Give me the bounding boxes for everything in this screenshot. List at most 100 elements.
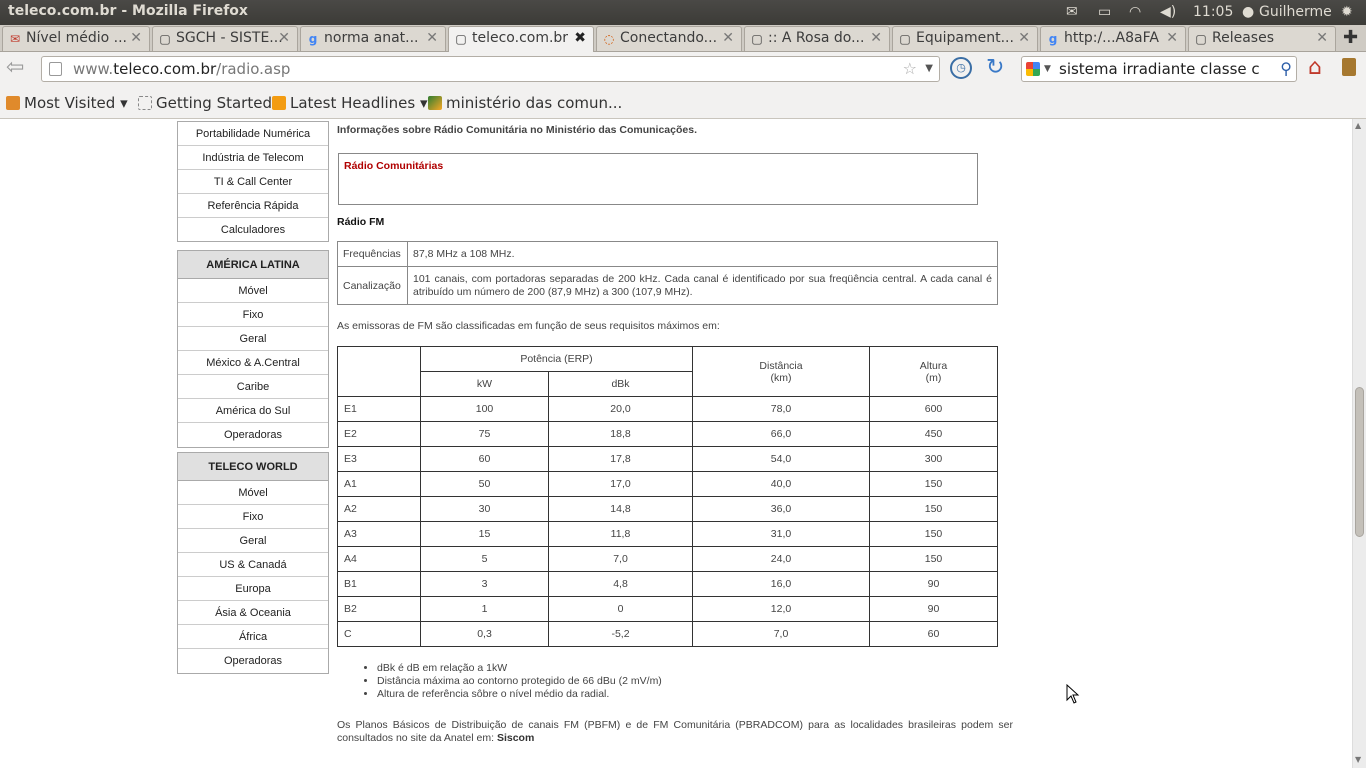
table-cell: 17,8 — [548, 446, 693, 472]
fm-classes-table: Potência (ERP) Distância (km) Altura (m) k… — [337, 346, 998, 647]
table-row: A4 5 7,0 24,0 150 — [337, 546, 998, 572]
notes-list: dBk é dB em relação a 1kW Distância máxi… — [362, 662, 662, 701]
table-header: kW — [420, 371, 549, 397]
table-cell: 100 — [420, 396, 549, 422]
tab-sgch[interactable]: ▢ SGCH - SISTE... ✕ — [152, 26, 298, 51]
bookmark-most-visited[interactable]: Most Visited ▾ — [6, 94, 128, 112]
sidebar-item-caribe[interactable]: Caribe — [178, 375, 328, 399]
mail-icon[interactable]: ✉ — [1066, 4, 1078, 20]
table-cell: 90 — [869, 596, 998, 622]
table-cell: Canalização — [337, 266, 408, 305]
volume-icon[interactable]: ◀) — [1160, 4, 1176, 20]
clock[interactable]: 11:05 — [1193, 4, 1233, 20]
user-name[interactable]: Guilherme — [1259, 4, 1332, 20]
table-cell: A3 — [337, 521, 421, 547]
close-icon[interactable]: ✕ — [130, 30, 142, 46]
chevron-down-icon[interactable]: ▼ — [925, 57, 933, 81]
close-icon[interactable]: ✕ — [870, 30, 882, 46]
sidebar-item-latam-geral[interactable]: Geral — [178, 327, 328, 351]
table-row: E3 60 17,8 54,0 300 — [337, 446, 998, 472]
intro-text[interactable]: Informações sobre Rádio Comunitária no M… — [337, 124, 697, 136]
tab-rosa[interactable]: ▢ :: A Rosa do... ✕ — [744, 26, 890, 51]
close-icon[interactable]: ✕ — [1166, 30, 1178, 46]
table-cell: 150 — [869, 546, 998, 572]
table-cell: Frequências — [337, 241, 408, 267]
siscom-link[interactable]: Siscom — [497, 732, 534, 744]
vertical-scrollbar[interactable]: ▲ ▼ — [1352, 119, 1366, 768]
bookmarks-icon[interactable] — [1342, 58, 1356, 76]
new-tab-icon[interactable]: ✚ — [1343, 27, 1358, 48]
bookmark-star-icon[interactable]: ☆ — [903, 57, 917, 81]
radio-comunitarias-link[interactable]: Rádio Comunitárias — [344, 160, 443, 172]
tab-nivel-medio[interactable]: ✉ Nível médio ... ✕ — [2, 26, 150, 51]
tab-releases[interactable]: ▢ Releases ✕ — [1188, 26, 1336, 51]
back-arrow-icon[interactable]: ⇦ — [6, 57, 32, 81]
table-cell: 18,8 — [548, 421, 693, 447]
page-icon — [49, 62, 62, 76]
sidebar-item-latam-fixo[interactable]: Fixo — [178, 303, 328, 327]
tab-http[interactable]: g http:/...A8aFA ✕ — [1040, 26, 1186, 51]
sidebar-item-asia-oceania[interactable]: Ásia & Oceania — [178, 601, 328, 625]
tab-equipamentos[interactable]: ▢ Equipament... ✕ — [892, 26, 1038, 51]
sidebar-item-world-fixo[interactable]: Fixo — [178, 505, 328, 529]
battery-icon[interactable]: ▭ — [1098, 4, 1111, 20]
bookmark-getting-started[interactable]: Getting Started — [138, 94, 272, 112]
sidebar-item-mexico[interactable]: México & A.Central — [178, 351, 328, 375]
table-cell: 1 — [420, 596, 549, 622]
sidebar-item-america-sul[interactable]: América do Sul — [178, 399, 328, 423]
flag-icon — [428, 96, 442, 110]
google-icon[interactable] — [1026, 62, 1040, 76]
page-icon: ▢ — [899, 32, 911, 46]
close-icon[interactable]: ✕ — [278, 30, 290, 46]
sidebar-item-latam-operadoras[interactable]: Operadoras — [178, 423, 328, 447]
url-bar[interactable]: www.teleco.com.br/radio.asp ☆ ▼ — [41, 56, 940, 82]
search-bar[interactable]: ▼ sistema irradiante classe c ⚲ — [1021, 56, 1297, 82]
sidebar-item-calculadores[interactable]: Calculadores — [178, 218, 328, 242]
sidebar-item-africa[interactable]: África — [178, 625, 328, 649]
tab-norma-anatel[interactable]: g norma anat... ✕ — [300, 26, 446, 51]
close-icon[interactable]: ✕ — [1018, 30, 1030, 46]
scroll-up-icon[interactable]: ▲ — [1355, 121, 1361, 130]
bookmark-ministerio[interactable]: ministério das comun... — [428, 94, 622, 112]
close-icon[interactable]: ✖ — [574, 30, 586, 46]
table-cell: 60 — [869, 621, 998, 647]
table-cell: 0,3 — [420, 621, 549, 647]
page-icon: ▢ — [159, 32, 171, 46]
bookmarks-toolbar: Most Visited ▾ Getting Started Latest He… — [0, 86, 1366, 119]
folder-icon — [6, 96, 20, 110]
sidebar-item-portabilidade[interactable]: Portabilidade Numérica — [178, 122, 328, 146]
close-icon[interactable]: ✕ — [1316, 30, 1328, 46]
sidebar-item-europa[interactable]: Europa — [178, 577, 328, 601]
search-input[interactable]: sistema irradiante classe c — [1059, 57, 1260, 81]
table-cell: 50 — [420, 471, 549, 497]
sidebar-header-latam: AMÉRICA LATINA — [178, 251, 328, 279]
sidebar-item-world-movel[interactable]: Móvel — [178, 481, 328, 505]
history-clock-icon[interactable]: ◷ — [950, 57, 972, 79]
search-icon[interactable]: ⚲ — [1280, 57, 1292, 81]
user-icon[interactable]: ● — [1242, 4, 1254, 20]
scroll-thumb[interactable] — [1355, 387, 1364, 537]
sidebar-item-industria[interactable]: Indústria de Telecom — [178, 146, 328, 170]
tab-conectando[interactable]: ◌ Conectando... ✕ — [596, 26, 742, 51]
table-cell: 30 — [420, 496, 549, 522]
chevron-down-icon[interactable]: ▼ — [1044, 57, 1051, 81]
sidebar-item-referencia[interactable]: Referência Rápida — [178, 194, 328, 218]
sidebar-item-latam-movel[interactable]: Móvel — [178, 279, 328, 303]
close-icon[interactable]: ✕ — [426, 30, 438, 46]
table-row: E2 75 18,8 66,0 450 — [337, 421, 998, 447]
table-cell: 150 — [869, 521, 998, 547]
gear-icon[interactable]: ✹ — [1341, 4, 1353, 20]
sidebar-item-world-operadoras[interactable]: Operadoras — [178, 649, 328, 673]
close-icon[interactable]: ✕ — [722, 30, 734, 46]
home-icon[interactable]: ⌂ — [1308, 55, 1322, 80]
sidebar-item-us-canada[interactable]: US & Canadá — [178, 553, 328, 577]
reload-icon[interactable]: ↻ — [986, 55, 1004, 80]
sidebar-item-world-geral[interactable]: Geral — [178, 529, 328, 553]
table-cell: 4,8 — [548, 571, 693, 597]
scroll-down-icon[interactable]: ▼ — [1355, 755, 1361, 764]
sidebar-item-ti-call-center[interactable]: TI & Call Center — [178, 170, 328, 194]
url-text[interactable]: www.teleco.com.br/radio.asp — [73, 57, 290, 81]
wifi-icon[interactable]: ◠ — [1129, 4, 1141, 20]
bookmark-latest-headlines[interactable]: Latest Headlines ▾ — [272, 94, 428, 112]
tab-teleco[interactable]: ▢ teleco.com.br ✖ — [448, 26, 594, 52]
